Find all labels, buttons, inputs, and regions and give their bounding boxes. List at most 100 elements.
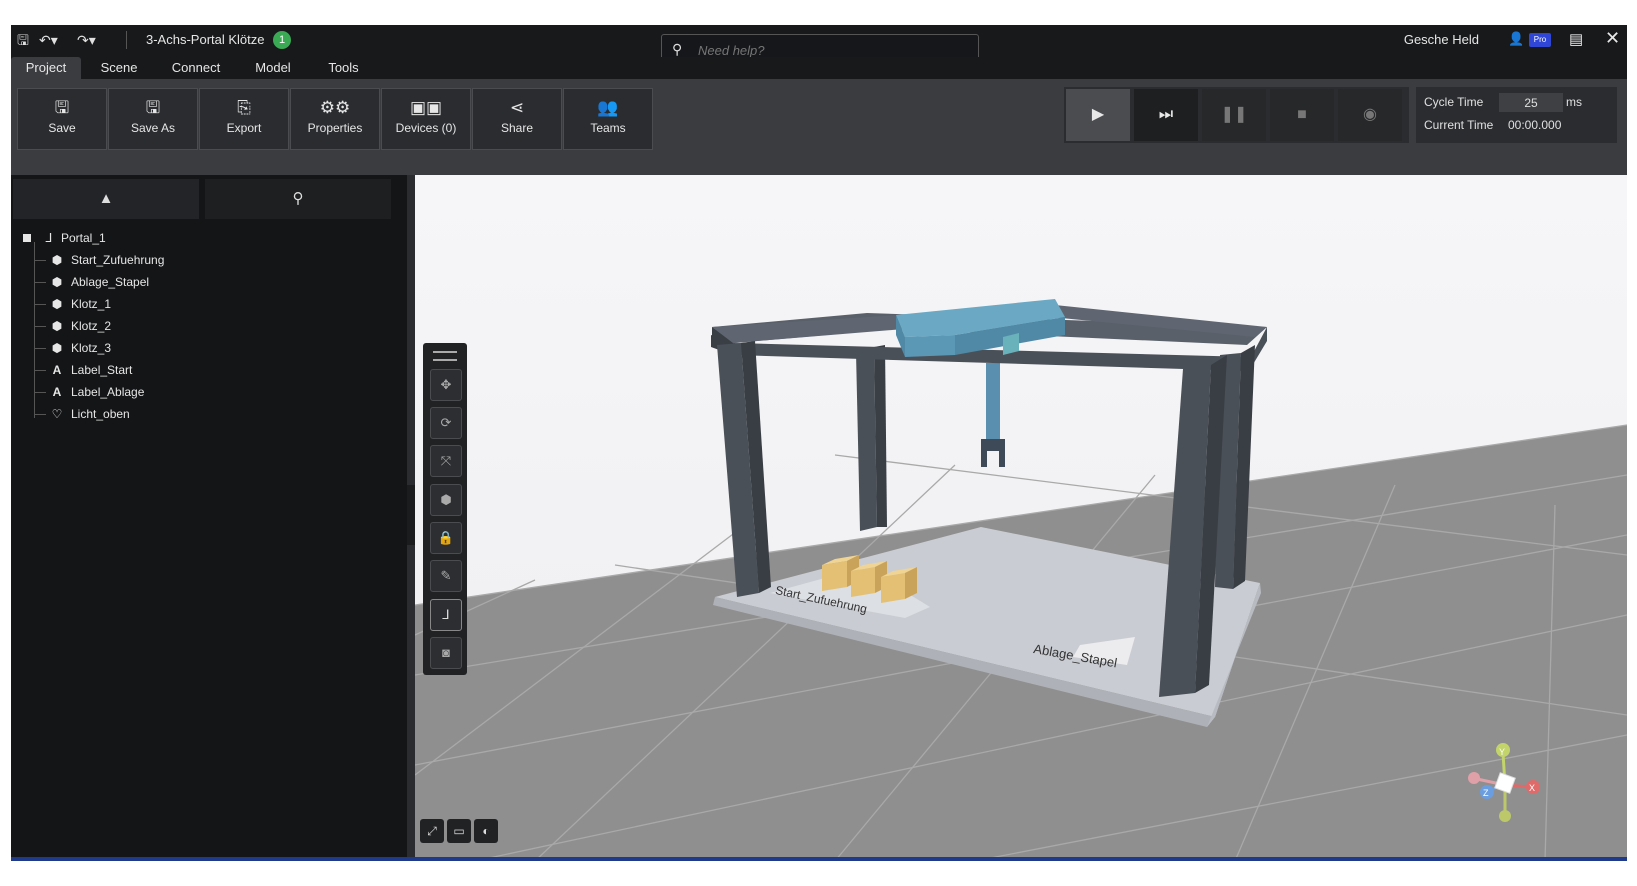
tab-connect[interactable]: Connect xyxy=(161,57,231,79)
devices-button[interactable]: ▣▣ Devices (0) xyxy=(381,88,471,150)
contrast-button[interactable]: ◐ xyxy=(474,819,498,843)
vr-button[interactable]: ▭ xyxy=(447,819,471,843)
export-button[interactable]: ⎘ Export xyxy=(199,88,289,150)
project-title: 3-Achs-Portal Klötze xyxy=(146,32,265,47)
tree-item-label: Licht_oben xyxy=(71,407,130,421)
pause-button[interactable]: ❚❚ xyxy=(1202,89,1266,141)
scene-tree: ⅃ Portal_1 ⬢ Start_Zufuehrung ⬢ Ablage_S… xyxy=(17,227,407,425)
scale-tool-button[interactable]: ⤧ xyxy=(430,445,462,477)
tab-label: Model xyxy=(255,60,291,75)
record-button[interactable]: ◉ xyxy=(1338,89,1402,141)
move-tool-button[interactable]: ✥ xyxy=(430,369,462,401)
export-label: Export xyxy=(226,121,262,135)
tree-item-klotz-2[interactable]: ⬢ Klotz_2 xyxy=(17,315,407,337)
contrast-icon: ◐ xyxy=(482,824,490,838)
camera-button[interactable]: ◙ xyxy=(430,637,462,669)
redo-icon[interactable]: ↷▾ xyxy=(77,31,96,49)
tree-item-start-zufuehrung[interactable]: ⬢ Start_Zufuehrung xyxy=(17,249,407,271)
fullscreen-button[interactable]: ⤢ xyxy=(420,819,444,843)
tab-project[interactable]: Project xyxy=(11,57,81,79)
save-as-button[interactable]: 🖫 Save As xyxy=(108,88,198,150)
stop-button[interactable]: ■ xyxy=(1270,89,1334,141)
tree-item-ablage-stapel[interactable]: ⬢ Ablage_Stapel xyxy=(17,271,407,293)
record-icon: ◉ xyxy=(1363,106,1377,123)
status-strip xyxy=(11,857,1627,861)
paint-button[interactable]: ✎ xyxy=(430,560,462,592)
splitter-grip[interactable] xyxy=(407,485,415,545)
tab-label: Scene xyxy=(100,60,138,75)
tree-item-label-start[interactable]: A Label_Start xyxy=(17,359,407,381)
tab-label: Connect xyxy=(171,60,221,75)
stop-icon: ■ xyxy=(1297,106,1307,123)
play-button[interactable]: ▶ xyxy=(1066,89,1130,141)
cycle-time-input[interactable] xyxy=(1499,93,1563,112)
viewport-toolbar: ✥ ⟳ ⤧ ⬢ 🔒 ✎ ⅃ ◙ xyxy=(423,343,467,675)
title-bar: 🖫 ↶▾ ↷▾ 3-Achs-Portal Klötze 1 ⚲ Gesche … xyxy=(11,25,1627,66)
tab-tools[interactable]: Tools xyxy=(316,57,371,79)
play-icon: ▶ xyxy=(1091,106,1105,123)
export-icon: ⎘ xyxy=(237,98,251,117)
tab-search[interactable]: ⚲ xyxy=(205,179,391,219)
tree-item-label-ablage[interactable]: A Label_Ablage xyxy=(17,381,407,403)
share-button[interactable]: ⋖ Share xyxy=(472,88,562,150)
save-button[interactable]: 🖫 Save xyxy=(17,88,107,150)
drag-handle-icon[interactable] xyxy=(433,351,457,361)
cube-icon: ⬢ xyxy=(51,297,63,311)
tab-model[interactable]: Model xyxy=(243,57,303,79)
user-name[interactable]: Gesche Held xyxy=(1404,32,1479,47)
tree-item-label: Start_Zufuehrung xyxy=(71,253,165,267)
lock-button[interactable]: 🔒 xyxy=(430,522,462,554)
tree-connector xyxy=(34,282,46,283)
tree-item-licht-oben[interactable]: ♡ Licht_oben xyxy=(17,403,407,425)
properties-button[interactable]: ⚙⚙ Properties xyxy=(290,88,380,150)
panel-splitter[interactable] xyxy=(407,175,415,861)
close-icon[interactable]: ✕ xyxy=(1605,28,1620,49)
camera-icon: ◙ xyxy=(442,645,450,660)
step-icon: ⏭ xyxy=(1158,106,1174,123)
tab-hierarchy[interactable]: ▲ xyxy=(13,179,199,219)
window-icon[interactable]: ▤ xyxy=(1569,30,1583,48)
scale-icon: ⤧ xyxy=(440,453,452,468)
hierarchy-icon: ▲ xyxy=(98,190,114,207)
properties-icon: ⚙⚙ xyxy=(319,98,351,117)
menu-bar: Project Scene Connect Model Tools xyxy=(11,57,1627,79)
save-as-label: Save As xyxy=(130,121,176,135)
cube-view-button[interactable]: ⬢ xyxy=(430,484,462,516)
tree-connector xyxy=(34,260,46,261)
rotate-tool-button[interactable]: ⟳ xyxy=(430,407,462,439)
current-time-label: Current Time xyxy=(1424,118,1494,132)
tree-item-label: Klotz_3 xyxy=(71,341,112,355)
pause-icon: ❚❚ xyxy=(1220,106,1248,123)
cube-icon: ⬢ xyxy=(51,341,63,355)
tree-item-klotz-3[interactable]: ⬢ Klotz_3 xyxy=(17,337,407,359)
tree-item-label: Ablage_Stapel xyxy=(71,275,150,289)
pro-badge: Pro xyxy=(1529,33,1551,47)
cube-icon: ⬢ xyxy=(51,275,63,289)
toolbar: 🖫 Save 🖫 Save As ⎘ Export ⚙⚙ Properties … xyxy=(11,79,1627,175)
user-icon[interactable]: 👤 xyxy=(1508,31,1524,47)
3d-viewport[interactable]: Y X Z Start_Zufuehrung Ablage_Stapel ✥ ⟳… xyxy=(415,175,1627,861)
current-time-value: 00:00.000 xyxy=(1508,118,1562,132)
gizmo-z-label: Z xyxy=(1483,788,1489,798)
cube-icon: ⬢ xyxy=(51,319,63,333)
tab-label: Project xyxy=(25,60,67,75)
tree-connector xyxy=(34,370,46,371)
text-icon: A xyxy=(52,363,62,377)
undo-icon[interactable]: ↶▾ xyxy=(39,31,58,49)
tree-connector xyxy=(34,392,46,393)
collapse-toggle-icon[interactable] xyxy=(23,234,31,242)
teams-button[interactable]: 👥 Teams xyxy=(563,88,653,150)
tree-item-portal[interactable]: ⅃ Portal_1 xyxy=(17,227,407,249)
step-button[interactable]: ⏭ xyxy=(1134,89,1198,141)
tab-scene[interactable]: Scene xyxy=(89,57,149,79)
teams-label: Teams xyxy=(590,121,626,135)
divider xyxy=(126,31,127,49)
tree-item-label: Klotz_2 xyxy=(71,319,112,333)
move-icon: ✥ xyxy=(440,377,452,392)
save-icon[interactable]: 🖫 xyxy=(17,31,29,49)
portal-tool-button[interactable]: ⅃ xyxy=(430,599,462,631)
cycle-time-label: Cycle Time xyxy=(1424,95,1484,109)
tree-item-klotz-1[interactable]: ⬢ Klotz_1 xyxy=(17,293,407,315)
cycle-time-unit: ms xyxy=(1566,95,1582,109)
devices-icon: ▣▣ xyxy=(409,98,443,117)
